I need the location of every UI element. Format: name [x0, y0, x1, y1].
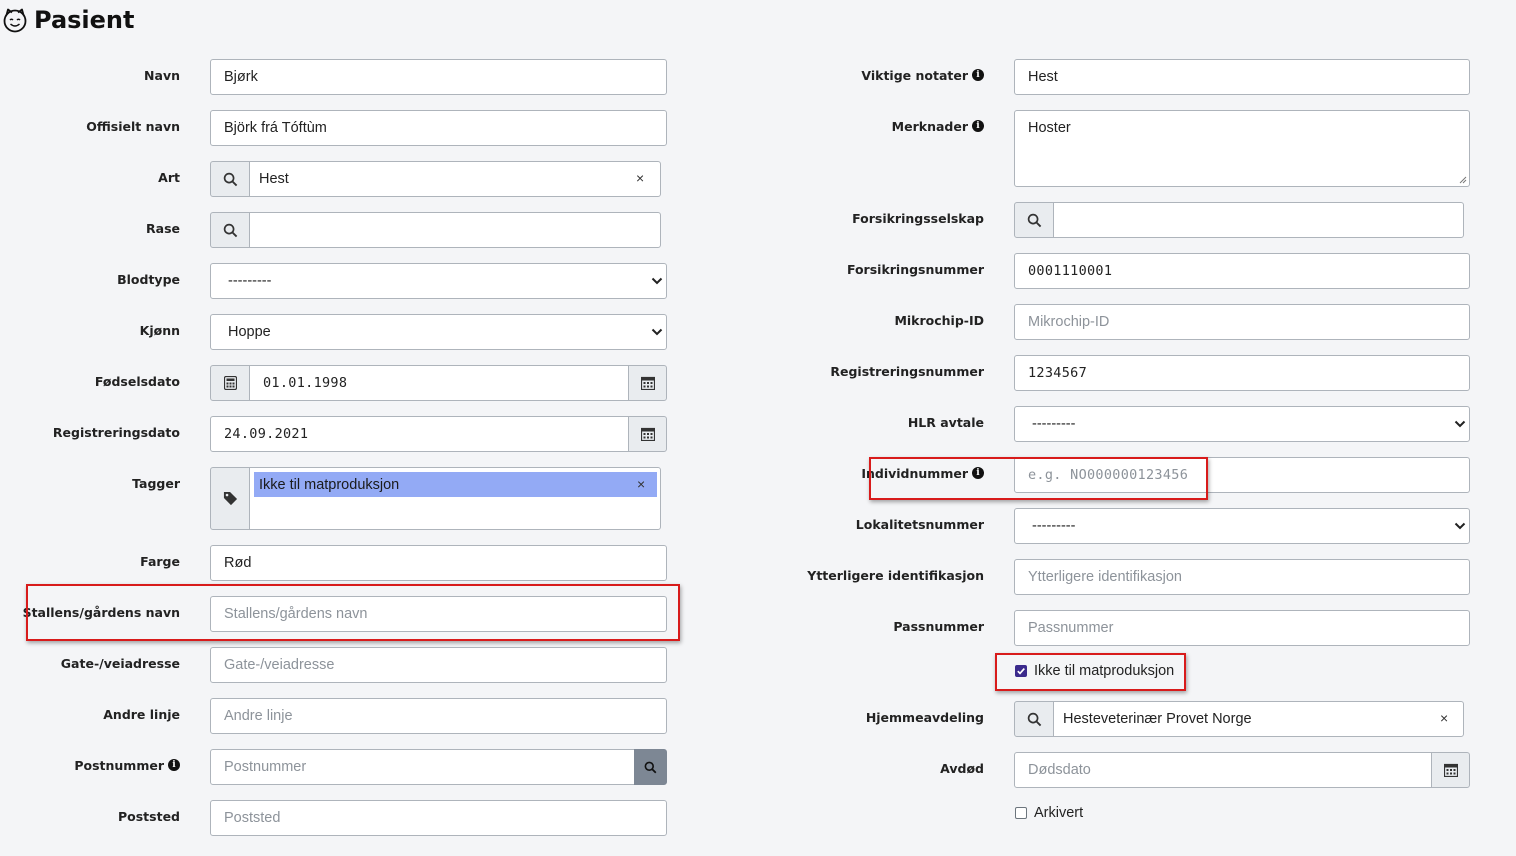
- info-icon[interactable]: i: [168, 759, 180, 771]
- fodselsdato-input[interactable]: 01.01.1998: [249, 365, 629, 401]
- tagger-addon: [210, 467, 250, 530]
- label-hlr-avtale: HLR avtale: [907, 414, 984, 430]
- merknader-textarea[interactable]: Hoster: [1014, 110, 1470, 187]
- art-select[interactable]: Hest: [249, 161, 661, 197]
- art-search-addon[interactable]: [210, 161, 250, 197]
- label-gateadresse: Gate-/veiadresse: [60, 655, 180, 671]
- hjemmeavdeling-search-addon[interactable]: [1014, 701, 1054, 737]
- stallens-navn-input[interactable]: Stallens/gårdens navn: [210, 596, 667, 632]
- ytterligere-input[interactable]: Ytterligere identifikasjon: [1014, 559, 1470, 595]
- label-postnummer: Postnummer i: [74, 756, 180, 774]
- chevron-down-icon: [651, 328, 663, 336]
- label-ytterligere: Ytterligere identifikasjon: [807, 567, 984, 583]
- checkmark-icon: [1017, 668, 1025, 675]
- search-icon: [644, 761, 657, 773]
- tag-remove-icon[interactable]: ×: [637, 476, 645, 492]
- calculator-icon: [223, 376, 237, 390]
- navn-input[interactable]: Bjørk: [210, 59, 667, 95]
- forsikringsselskap-search-addon[interactable]: [1014, 202, 1054, 238]
- mikrochip-input[interactable]: Mikrochip-ID: [1014, 304, 1470, 340]
- calendar-icon: [640, 376, 655, 390]
- page-header: Pasient: [2, 4, 135, 36]
- registreringsnummer-input[interactable]: 1234567: [1014, 355, 1470, 391]
- label-tagger: Tagger: [132, 475, 180, 491]
- avdod-date-input[interactable]: Dødsdato: [1014, 752, 1432, 788]
- fodselsdato-calendar-button[interactable]: [628, 365, 667, 401]
- ikke-mat-checkbox[interactable]: [1015, 665, 1027, 677]
- tag-icon: [223, 491, 237, 506]
- label-forsikringsselskap: Forsikringsselskap: [852, 210, 984, 226]
- label-poststed: Poststed: [117, 808, 180, 824]
- label-fodselsdato: Fødselsdato: [94, 373, 180, 389]
- hjemmeavdeling-select[interactable]: Hesteveterinær Provet Norge: [1053, 701, 1464, 737]
- info-icon[interactable]: i: [972, 120, 984, 132]
- search-icon: [1027, 213, 1041, 227]
- search-icon: [223, 223, 237, 237]
- blodtype-select[interactable]: ---------: [210, 263, 667, 299]
- calendar-icon: [640, 427, 655, 441]
- resize-handle-icon[interactable]: [1459, 176, 1467, 184]
- postnummer-search-button[interactable]: [634, 749, 667, 785]
- art-clear-icon[interactable]: ×: [636, 170, 644, 186]
- info-icon[interactable]: i: [972, 467, 984, 479]
- chevron-down-icon: [651, 277, 663, 285]
- tag-chip-ikke-til-matproduksjon[interactable]: Ikke til matproduksjon: [254, 472, 657, 497]
- calendar-icon: [1443, 763, 1458, 777]
- cat-face-icon: [3, 8, 27, 33]
- chevron-down-icon: [1454, 522, 1466, 530]
- label-art: Art: [158, 169, 180, 185]
- search-icon: [1027, 712, 1041, 726]
- label-registreringsnummer: Registreringsnummer: [830, 363, 984, 379]
- viktige-notater-input[interactable]: Hest: [1014, 59, 1470, 95]
- label-registreringsdato: Registreringsdato: [52, 424, 180, 440]
- postnummer-input[interactable]: Postnummer: [210, 749, 635, 785]
- page-title: Pasient: [34, 6, 135, 34]
- label-blodtype: Blodtype: [117, 271, 180, 287]
- passnummer-input[interactable]: Passnummer: [1014, 610, 1470, 646]
- registreringsdato-input[interactable]: 24.09.2021: [210, 416, 629, 452]
- chevron-down-icon: [1454, 420, 1466, 428]
- label-lokalitetsnummer: Lokalitetsnummer: [855, 516, 984, 532]
- lokalitetsnummer-select[interactable]: ---------: [1014, 508, 1470, 544]
- label-mikrochip: Mikrochip-ID: [894, 312, 984, 328]
- label-offisielt-navn: Offisielt navn: [86, 118, 180, 134]
- rase-search-addon[interactable]: [210, 212, 250, 248]
- search-icon: [223, 172, 237, 186]
- label-rase: Rase: [146, 220, 180, 236]
- registreringsdato-calendar-button[interactable]: [628, 416, 667, 452]
- rase-select[interactable]: [249, 212, 661, 248]
- forsikringsnummer-input[interactable]: 0001110001: [1014, 253, 1470, 289]
- label-andre-linje: Andre linje: [103, 706, 180, 722]
- arkivert-label[interactable]: Arkivert: [1034, 805, 1083, 821]
- label-hjemmeavdeling: Hjemmeavdeling: [865, 709, 984, 725]
- poststed-input[interactable]: Poststed: [210, 800, 667, 836]
- hjemmeavdeling-clear-icon[interactable]: ×: [1440, 710, 1448, 726]
- hlr-avtale-select[interactable]: ---------: [1014, 406, 1470, 442]
- label-forsikringsnummer: Forsikringsnummer: [846, 261, 984, 277]
- fodselsdato-calc-addon[interactable]: [210, 365, 250, 401]
- label-farge: Farge: [140, 553, 180, 569]
- label-passnummer: Passnummer: [893, 618, 984, 634]
- label-stallens-navn: Stallens/gårdens navn: [22, 604, 180, 620]
- ikke-mat-label[interactable]: Ikke til matproduksjon: [1034, 663, 1174, 679]
- label-navn: Navn: [144, 67, 180, 83]
- kjonn-select[interactable]: Hoppe: [210, 314, 667, 350]
- avdod-calendar-button[interactable]: [1431, 752, 1470, 788]
- label-avdod: Avdød: [940, 760, 984, 776]
- gateadresse-input[interactable]: Gate-/veiadresse: [210, 647, 667, 683]
- farge-input[interactable]: Rød: [210, 545, 667, 581]
- offisielt-navn-input[interactable]: Björk frá Tóftùm: [210, 110, 667, 146]
- info-icon[interactable]: i: [972, 69, 984, 81]
- arkivert-checkbox[interactable]: [1015, 807, 1027, 819]
- individnummer-input[interactable]: e.g. NO000000123456: [1014, 457, 1470, 493]
- forsikringsselskap-select[interactable]: [1053, 202, 1464, 238]
- label-viktige-notater: Viktige notater i: [861, 66, 984, 84]
- label-individnummer: Individnummer i: [861, 464, 984, 482]
- label-kjonn: Kjønn: [139, 322, 180, 338]
- label-merknader: Merknader i: [892, 117, 984, 135]
- andre-linje-input[interactable]: Andre linje: [210, 698, 667, 734]
